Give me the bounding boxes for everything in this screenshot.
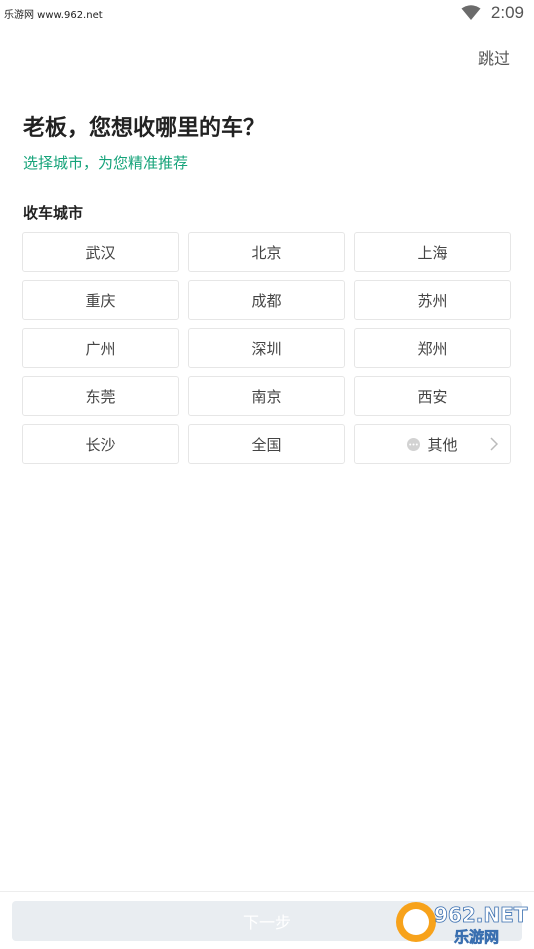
city-option[interactable]: 全国: [188, 424, 345, 464]
city-option[interactable]: 西安: [354, 376, 511, 416]
watermark-text: 乐游网 www.962.net: [4, 10, 103, 21]
chevron-right-icon: [490, 437, 499, 455]
city-option[interactable]: 南京: [188, 376, 345, 416]
site-logo: 962.NET 乐游网: [394, 898, 530, 946]
city-option[interactable]: 苏州: [354, 280, 511, 320]
city-option[interactable]: 东莞: [22, 376, 179, 416]
city-option[interactable]: 深圳: [188, 328, 345, 368]
city-option[interactable]: 北京: [188, 232, 345, 272]
city-option[interactable]: 上海: [354, 232, 511, 272]
city-option[interactable]: 重庆: [22, 280, 179, 320]
page-title: 老板，您想收哪里的车？: [23, 116, 266, 141]
city-option[interactable]: 广州: [22, 328, 179, 368]
wifi-icon: [461, 5, 481, 21]
other-city-label: 其他: [427, 435, 458, 454]
bottom-divider: [0, 891, 534, 892]
svg-text:乐游网: 乐游网: [454, 928, 499, 946]
clock: 2:09: [490, 3, 524, 22]
section-label: 收车城市: [23, 204, 84, 222]
other-city-button[interactable]: 其他: [354, 424, 511, 464]
page-subtitle: 选择城市，为您精准推荐: [23, 154, 189, 172]
city-option[interactable]: 长沙: [22, 424, 179, 464]
city-option[interactable]: 成都: [188, 280, 345, 320]
more-dots-icon: [407, 437, 421, 451]
city-option[interactable]: 郑州: [354, 328, 511, 368]
skip-button[interactable]: 跳过: [478, 45, 510, 69]
city-grid: 武汉 北京 上海 重庆 成都 苏州 广州 深圳 郑州 东莞 南京 西安 长沙 全…: [22, 232, 512, 464]
status-bar: 乐游网 www.962.net 2:09: [0, 0, 534, 28]
svg-text:962.NET: 962.NET: [434, 903, 528, 927]
city-option[interactable]: 武汉: [22, 232, 179, 272]
status-icons: 2:09: [461, 3, 524, 23]
